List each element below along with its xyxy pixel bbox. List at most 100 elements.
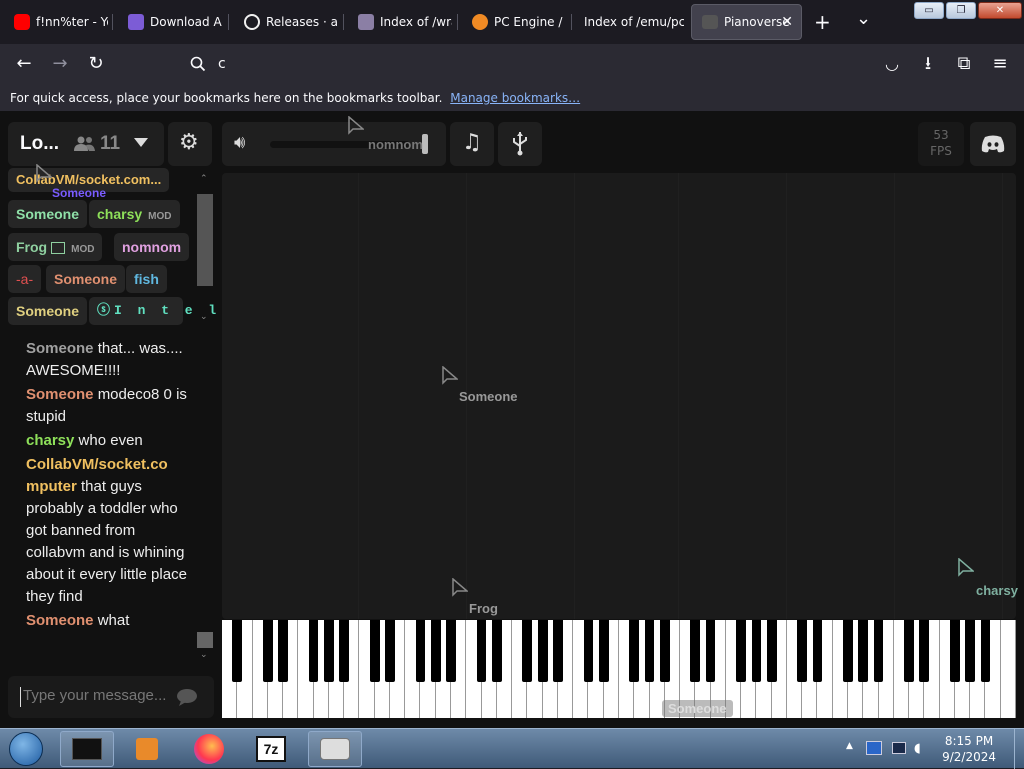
tray-display-icon[interactable] xyxy=(892,742,906,754)
black-key[interactable] xyxy=(812,620,823,682)
user-list-scrollbar-thumb[interactable] xyxy=(197,194,213,286)
restore-button[interactable]: ❐ xyxy=(946,2,976,19)
music-button[interactable]: ♫ xyxy=(450,122,494,166)
black-key[interactable] xyxy=(553,620,563,682)
tray-expand-icon[interactable]: ▲ xyxy=(846,741,853,751)
address-input[interactable]: c xyxy=(218,56,226,72)
menu-icon[interactable]: ≡ xyxy=(990,54,1010,74)
discord-button[interactable] xyxy=(970,122,1016,166)
user-pill[interactable]: fish xyxy=(126,265,167,293)
black-key[interactable] xyxy=(430,620,441,682)
taskbar-app-firefox[interactable] xyxy=(182,731,236,767)
user-pill[interactable]: Frog MOD xyxy=(8,233,103,261)
black-key[interactable] xyxy=(644,620,655,682)
chat-username[interactable]: Someone xyxy=(26,340,94,357)
close-window-button[interactable]: ✕ xyxy=(978,2,1022,19)
manage-bookmarks-link[interactable]: Manage bookmarks… xyxy=(450,91,580,105)
scroll-down-icon[interactable]: ⌄ xyxy=(200,312,208,322)
tab-pianoverse[interactable]: Pianoverse ✕ xyxy=(691,4,802,40)
user-pill[interactable]: nomnom xyxy=(114,233,190,261)
volume-handle[interactable] xyxy=(422,134,428,154)
address-bar[interactable]: c xyxy=(180,50,860,78)
tab-index-wrap[interactable]: Index of /wra xyxy=(348,4,452,40)
taskbar-app-media[interactable] xyxy=(122,731,172,767)
chat-username[interactable]: Someone xyxy=(26,612,94,629)
black-key[interactable] xyxy=(415,620,426,682)
black-key[interactable] xyxy=(919,620,930,682)
black-key[interactable] xyxy=(980,620,991,682)
black-key[interactable] xyxy=(308,620,319,682)
system-clock[interactable]: 8:15 PM 9/2/2024 xyxy=(942,733,996,765)
reload-button[interactable]: ↻ xyxy=(86,54,106,74)
black-key[interactable] xyxy=(232,620,243,682)
black-key[interactable] xyxy=(262,620,273,682)
scroll-up-icon[interactable]: ⌃ xyxy=(200,174,208,184)
black-key[interactable] xyxy=(751,620,762,682)
taskbar-app-terminal[interactable] xyxy=(60,731,114,767)
white-key[interactable] xyxy=(1000,620,1016,718)
close-tab-icon[interactable]: ✕ xyxy=(781,14,793,30)
tab-youtube[interactable]: f!nn%ter - Yo xyxy=(4,4,108,40)
start-button[interactable] xyxy=(4,731,48,767)
black-key[interactable] xyxy=(278,620,288,682)
back-button[interactable]: ← xyxy=(14,54,34,74)
new-tab-button[interactable]: + xyxy=(814,10,831,34)
user-pill[interactable]: charsy MOD xyxy=(89,200,180,228)
chat-username[interactable]: Someone xyxy=(26,386,94,403)
black-key[interactable] xyxy=(843,620,853,682)
black-key[interactable] xyxy=(369,620,380,682)
black-key[interactable] xyxy=(339,620,350,682)
black-key[interactable] xyxy=(583,620,594,682)
black-key[interactable] xyxy=(323,620,334,682)
black-key[interactable] xyxy=(705,620,716,682)
chat-input-box[interactable]: Type your message... xyxy=(8,676,214,718)
tab-github-releases[interactable]: Releases · are xyxy=(234,4,338,40)
black-key[interactable] xyxy=(659,620,670,682)
chat-input[interactable]: Type your message... xyxy=(20,687,170,707)
user-pill[interactable]: ⓢI n t e l xyxy=(89,297,216,325)
tray-network-icon[interactable] xyxy=(866,741,882,755)
black-key[interactable] xyxy=(385,620,395,682)
room-selector[interactable]: Lo... 11 xyxy=(8,122,164,166)
taskbar-app-7zip[interactable]: 7z xyxy=(244,731,298,767)
settings-button[interactable]: ⚙ xyxy=(168,122,212,166)
tab-pc-engine[interactable]: PC Engine / T xyxy=(462,4,566,40)
extensions-icon[interactable]: ⧉ xyxy=(954,54,974,74)
midi-button[interactable] xyxy=(498,122,542,166)
black-key[interactable] xyxy=(522,620,533,682)
black-key[interactable] xyxy=(446,620,456,682)
minimize-button[interactable]: ▭ xyxy=(914,2,944,19)
black-key[interactable] xyxy=(476,620,487,682)
user-pill[interactable]: Someone xyxy=(8,200,88,228)
tray-volume-icon[interactable]: ◖ xyxy=(914,741,921,756)
black-key[interactable] xyxy=(766,620,777,682)
tab-index-emu[interactable]: Index of /emu/pc xyxy=(576,4,684,40)
user-pill[interactable]: Someone xyxy=(46,265,126,293)
black-key[interactable] xyxy=(598,620,609,682)
chat-scrollbar-thumb[interactable] xyxy=(197,632,213,648)
black-key[interactable] xyxy=(858,620,869,682)
chat-bubble-icon[interactable] xyxy=(176,688,198,706)
downloads-icon[interactable]: ⭳ xyxy=(918,54,938,74)
black-key[interactable] xyxy=(797,620,808,682)
pocket-icon[interactable]: ◡ xyxy=(882,54,902,74)
black-key[interactable] xyxy=(873,620,884,682)
black-key[interactable] xyxy=(965,620,976,682)
black-key[interactable] xyxy=(629,620,640,682)
tab-list-button[interactable]: ⌄ xyxy=(856,8,871,29)
black-key[interactable] xyxy=(950,620,960,682)
chat-username[interactable]: charsy xyxy=(26,432,74,449)
black-key[interactable] xyxy=(904,620,914,682)
user-pill[interactable]: Someone xyxy=(8,297,88,325)
tab-download[interactable]: Download Ad xyxy=(118,4,222,40)
scroll-down-icon[interactable]: ⌄ xyxy=(200,650,208,660)
black-key[interactable] xyxy=(491,620,502,682)
piano-keyboard[interactable] xyxy=(222,620,1016,718)
user-pill[interactable]: -a- xyxy=(8,265,42,293)
show-desktop-button[interactable] xyxy=(1014,729,1024,769)
forward-button[interactable]: → xyxy=(50,54,70,74)
black-key[interactable] xyxy=(537,620,548,682)
taskbar-app-emulator[interactable] xyxy=(308,731,362,767)
black-key[interactable] xyxy=(736,620,747,682)
black-key[interactable] xyxy=(690,620,701,682)
